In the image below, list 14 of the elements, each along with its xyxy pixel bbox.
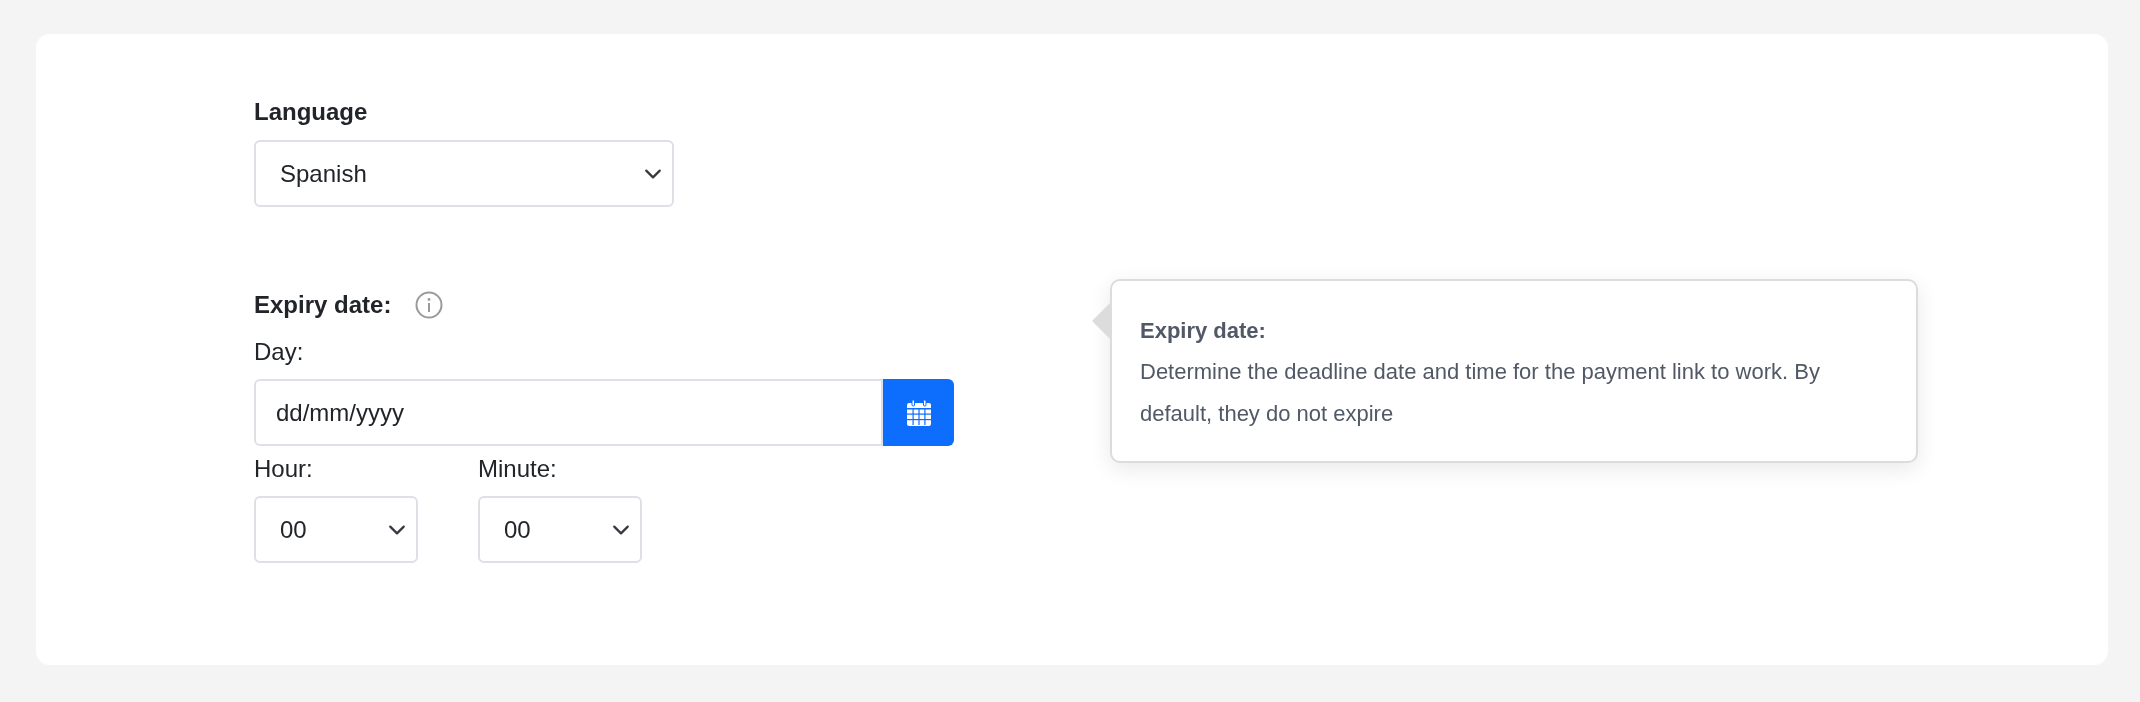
info-icon[interactable]	[415, 291, 444, 319]
field-label: Minute:	[478, 454, 557, 484]
tooltip-title: Expiry date:	[1140, 317, 1267, 345]
field-label: Hour:	[254, 454, 313, 484]
minute-select[interactable]: 00	[478, 496, 642, 563]
field-label: Expiry date:	[254, 290, 392, 320]
calendar-button[interactable]	[883, 379, 954, 446]
language-select[interactable]: Spanish	[254, 140, 674, 207]
hour-select[interactable]: 00	[254, 496, 418, 563]
field-label: Day:	[254, 337, 305, 367]
tooltip-text: Determine the deadline date and time for the payment link to work. By default, they do not expire	[1140, 358, 1821, 428]
date-input[interactable]: dd/mm/yyyy	[254, 379, 884, 446]
calendar-icon	[905, 398, 932, 427]
field-label: Language	[254, 97, 369, 127]
